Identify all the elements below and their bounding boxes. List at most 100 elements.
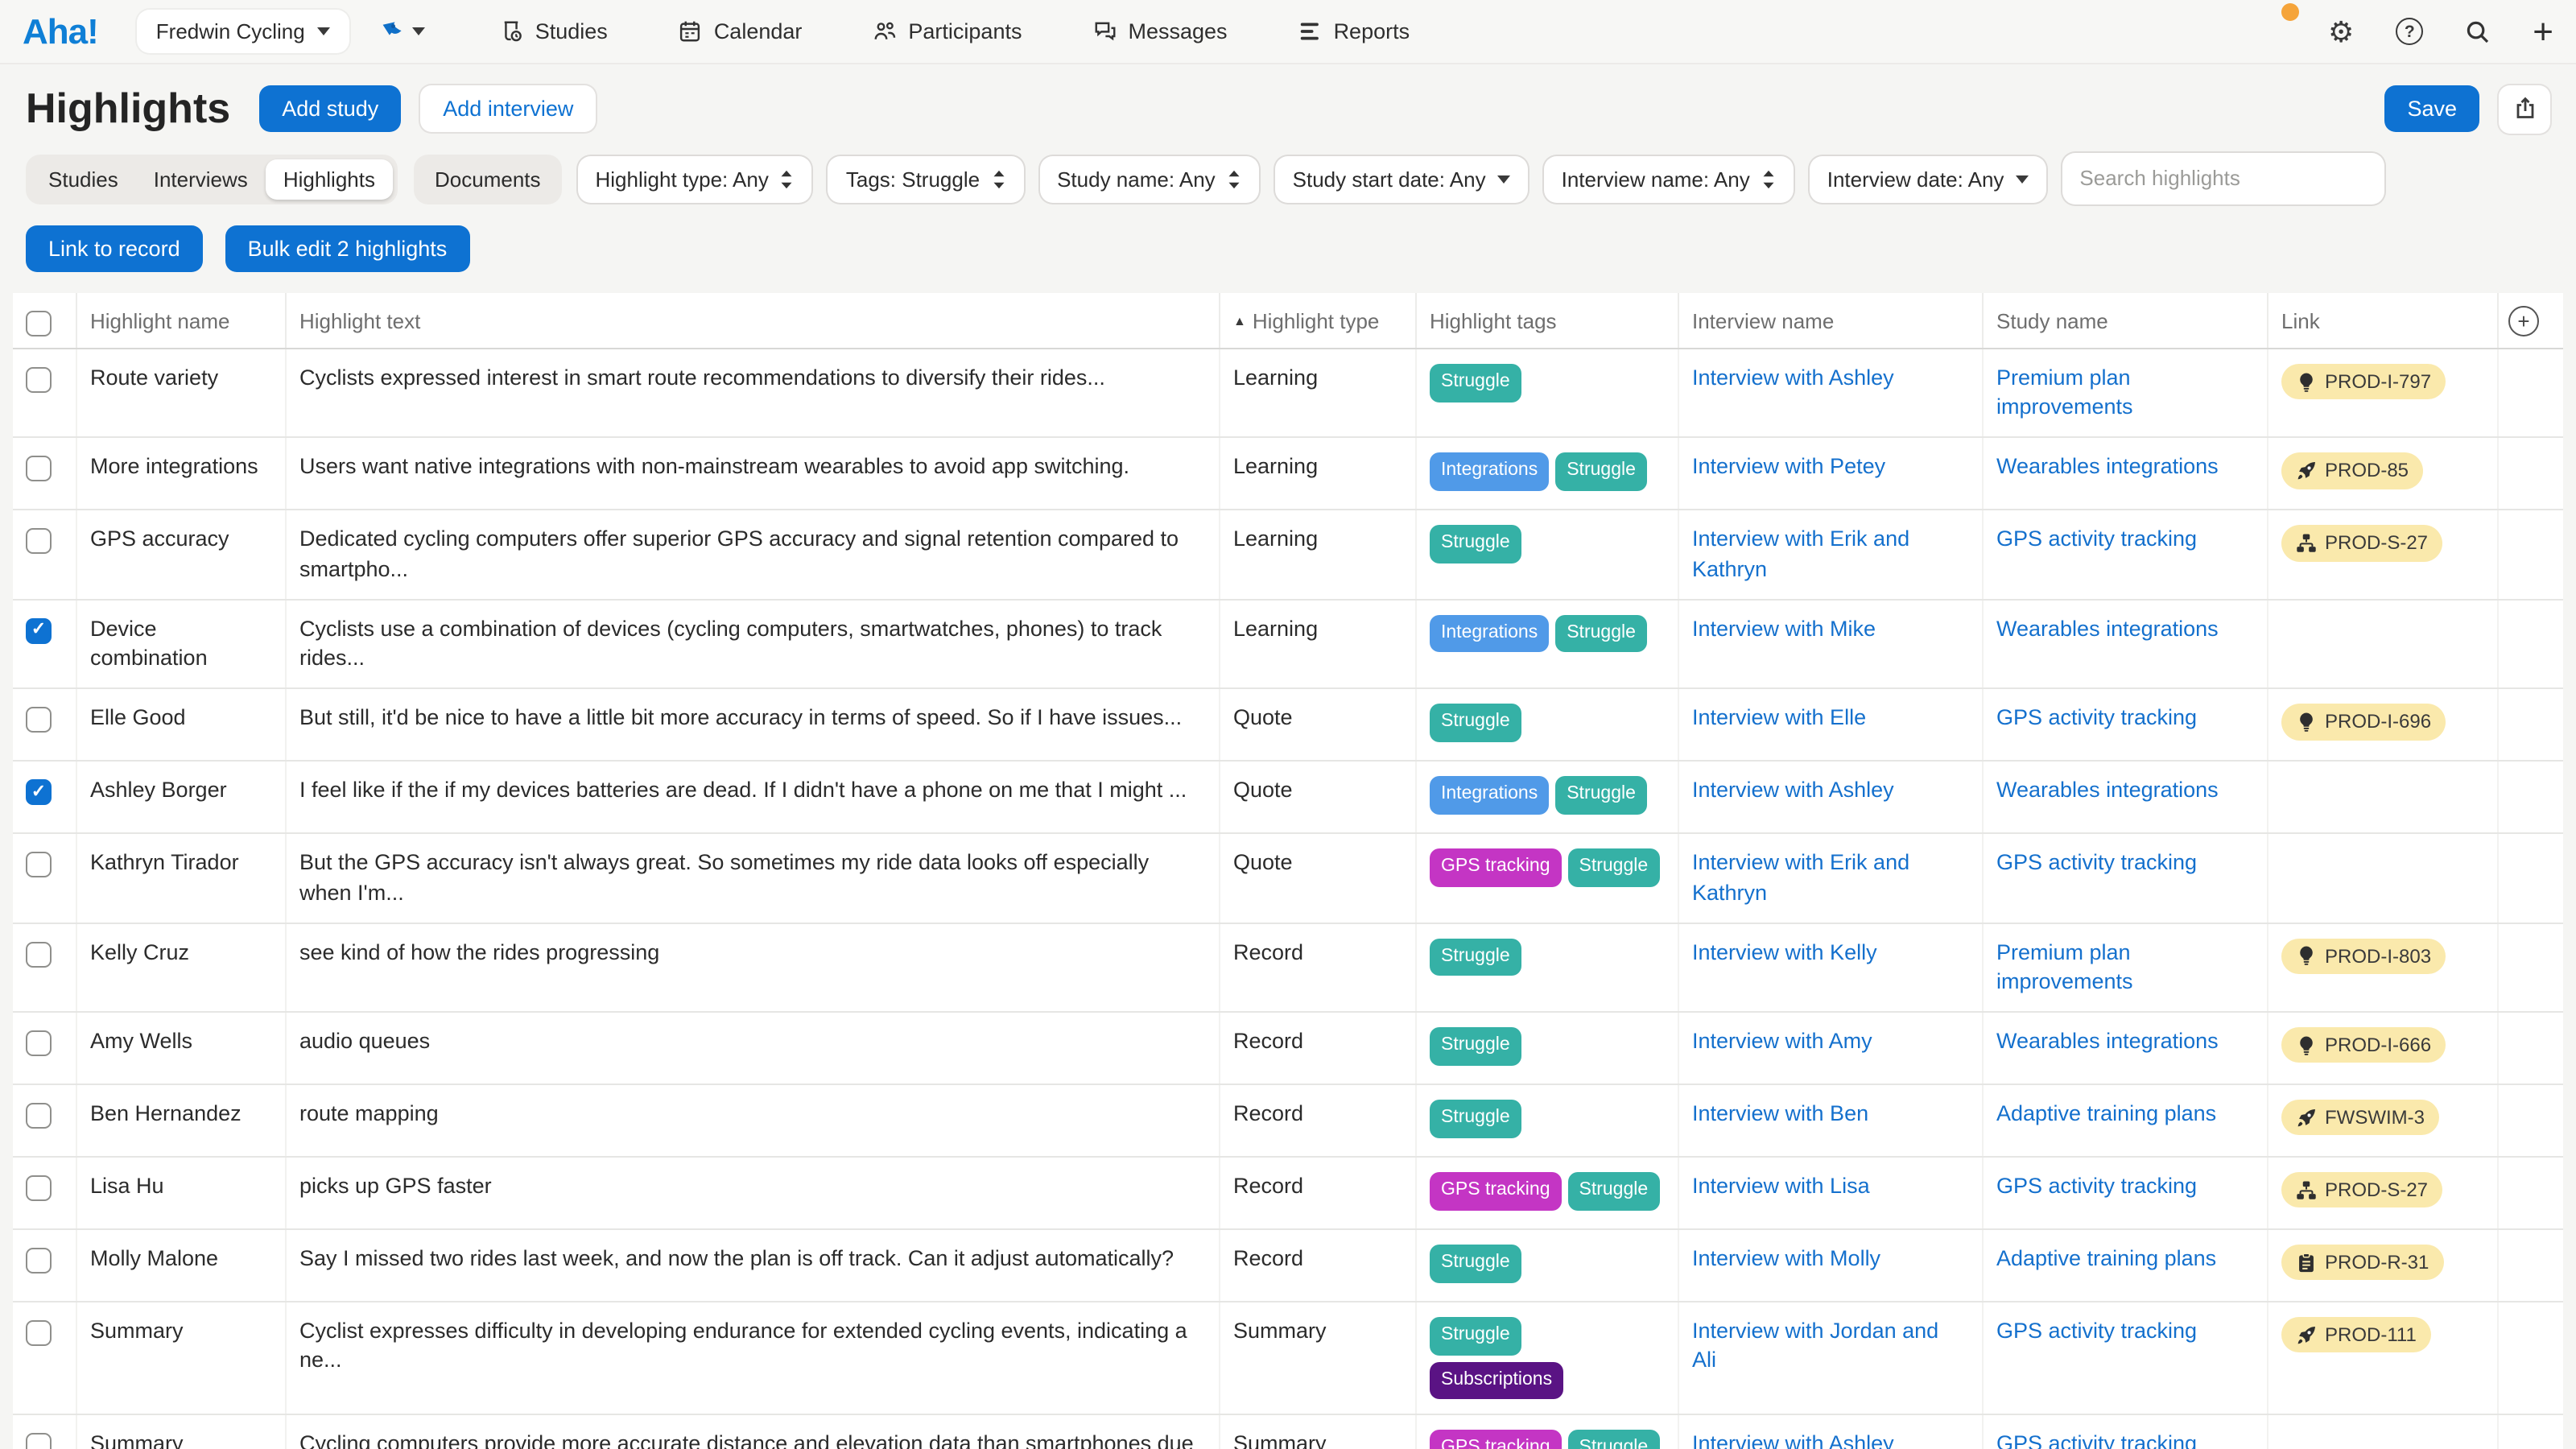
study-link[interactable]: GPS activity tracking xyxy=(1996,851,2197,875)
interview-link[interactable]: Interview with Kelly xyxy=(1692,940,1877,964)
column-header-highlight-type[interactable]: ▲Highlight type xyxy=(1220,293,1417,348)
row-checkbox[interactable]: ✓ xyxy=(26,780,52,806)
add-column-button[interactable]: + xyxy=(2508,305,2539,336)
study-link[interactable]: GPS activity tracking xyxy=(1996,1431,2197,1449)
nav-item-calendar[interactable]: Calendar xyxy=(679,19,803,43)
row-checkbox[interactable] xyxy=(26,1248,52,1274)
study-link[interactable]: GPS activity tracking xyxy=(1996,1319,2197,1343)
tag-pill[interactable]: Struggle xyxy=(1430,939,1521,976)
study-link[interactable]: Wearables integrations xyxy=(1996,455,2219,479)
interview-link[interactable]: Interview with Mike xyxy=(1692,617,1876,641)
row-checkbox[interactable] xyxy=(26,942,52,968)
help-icon[interactable]: ? xyxy=(2396,18,2423,45)
record-link-pill[interactable]: PROD-85 xyxy=(2281,453,2423,489)
row-checkbox[interactable]: ✓ xyxy=(26,618,52,644)
search-icon[interactable] xyxy=(2465,19,2491,44)
study-link[interactable]: Premium plan improvements xyxy=(1996,940,2133,993)
column-header-link[interactable]: Link xyxy=(2268,293,2499,348)
row-checkbox[interactable] xyxy=(26,1320,52,1346)
tag-pill[interactable]: Struggle xyxy=(1568,849,1660,887)
study-link[interactable]: Wearables integrations xyxy=(1996,778,2219,803)
filter-interview-date[interactable]: Interview date: Any xyxy=(1810,155,2046,202)
tag-pill[interactable]: Struggle xyxy=(1430,1027,1521,1065)
record-link-pill[interactable]: PROD-I-803 xyxy=(2281,939,2446,974)
row-checkbox[interactable] xyxy=(26,1433,52,1449)
tag-pill[interactable]: Struggle xyxy=(1430,1100,1521,1137)
interview-link[interactable]: Interview with Jordan and Ali xyxy=(1692,1319,1938,1372)
row-checkbox[interactable] xyxy=(26,456,52,482)
save-button[interactable]: Save xyxy=(2384,85,2479,132)
tag-pill[interactable]: Struggle xyxy=(1430,704,1521,742)
row-checkbox[interactable] xyxy=(26,708,52,733)
tag-pill[interactable]: GPS tracking xyxy=(1430,1172,1562,1210)
interview-link[interactable]: Interview with Elle xyxy=(1692,706,1866,730)
user-menu[interactable] xyxy=(2248,12,2286,51)
study-link[interactable]: GPS activity tracking xyxy=(1996,1174,2197,1198)
tag-pill[interactable]: GPS tracking xyxy=(1430,1430,1562,1449)
add-study-button[interactable]: Add study xyxy=(259,85,401,132)
tag-pill[interactable]: Integrations xyxy=(1430,777,1549,815)
interview-link[interactable]: Interview with Ashley xyxy=(1692,1431,1894,1449)
tag-pill[interactable]: Integrations xyxy=(1430,453,1549,491)
nav-item-participants[interactable]: Participants xyxy=(873,19,1022,43)
nav-item-reports[interactable]: Reports xyxy=(1298,19,1410,43)
workspace-selector[interactable]: Fredwin Cycling xyxy=(137,10,350,53)
study-link[interactable]: Adaptive training plans xyxy=(1996,1246,2216,1270)
study-link[interactable]: Wearables integrations xyxy=(1996,617,2219,641)
column-header-highlight-name[interactable]: Highlight name xyxy=(77,293,287,348)
tab-interviews[interactable]: Interviews xyxy=(136,159,266,199)
nav-item-studies[interactable]: Studies xyxy=(500,19,608,43)
tag-pill[interactable]: GPS tracking xyxy=(1430,849,1562,887)
record-link-pill[interactable]: PROD-I-696 xyxy=(2281,704,2446,740)
tag-pill[interactable]: Struggle xyxy=(1555,453,1647,491)
interview-link[interactable]: Interview with Ashley xyxy=(1692,778,1894,803)
row-checkbox[interactable] xyxy=(26,852,52,878)
row-checkbox[interactable] xyxy=(26,367,52,393)
row-checkbox[interactable] xyxy=(26,1030,52,1056)
tab-highlights[interactable]: Highlights xyxy=(266,159,393,199)
bulk-edit-button[interactable]: Bulk edit 2 highlights xyxy=(225,225,470,272)
interview-link[interactable]: Interview with Erik and Kathryn xyxy=(1692,851,1909,904)
record-link-pill[interactable]: PROD-S-27 xyxy=(2281,526,2442,561)
filter-interview-name[interactable]: Interview name: Any xyxy=(1544,155,1794,202)
record-link-pill[interactable]: PROD-S-27 xyxy=(2281,1172,2442,1208)
filter-highlight-type[interactable]: Highlight type: Any xyxy=(578,155,812,202)
search-highlights-input[interactable] xyxy=(2079,166,2366,190)
record-link-pill[interactable]: PROD-I-797 xyxy=(2281,364,2446,399)
share-button[interactable] xyxy=(2499,85,2550,133)
tag-pill[interactable]: Struggle xyxy=(1568,1172,1660,1210)
tag-pill[interactable]: Integrations xyxy=(1430,615,1549,653)
tag-pill[interactable]: Struggle xyxy=(1555,777,1647,815)
tag-pill[interactable]: Struggle xyxy=(1430,1317,1521,1355)
study-link[interactable]: GPS activity tracking xyxy=(1996,706,2197,730)
record-link-pill[interactable]: PROD-111 xyxy=(2281,1317,2431,1352)
column-header-highlight-tags[interactable]: Highlight tags xyxy=(1417,293,1679,348)
row-checkbox[interactable] xyxy=(26,1175,52,1201)
study-link[interactable]: Wearables integrations xyxy=(1996,1029,2219,1053)
study-link[interactable]: Premium plan improvements xyxy=(1996,365,2133,419)
link-to-record-button[interactable]: Link to record xyxy=(26,225,203,272)
tag-pill[interactable]: Struggle xyxy=(1430,364,1521,402)
column-header-study-name[interactable]: Study name xyxy=(1984,293,2268,348)
study-link[interactable]: Adaptive training plans xyxy=(1996,1101,2216,1125)
record-link-pill[interactable]: PROD-R-31 xyxy=(2281,1245,2443,1280)
tag-pill[interactable]: Subscriptions xyxy=(1430,1361,1563,1399)
aha-logo[interactable]: Aha! xyxy=(23,10,98,52)
tag-pill[interactable]: Struggle xyxy=(1430,526,1521,564)
add-plus-icon[interactable]: + xyxy=(2533,14,2553,49)
filter-study-start-date[interactable]: Study start date: Any xyxy=(1275,155,1528,202)
tag-pill[interactable]: Struggle xyxy=(1568,1430,1660,1449)
nav-item-messages[interactable]: Messages xyxy=(1093,19,1228,43)
tab-studies[interactable]: Studies xyxy=(31,159,136,199)
row-checkbox[interactable] xyxy=(26,529,52,555)
row-checkbox[interactable] xyxy=(26,1103,52,1129)
interview-link[interactable]: Interview with Erik and Kathryn xyxy=(1692,527,1909,580)
interview-link[interactable]: Interview with Ben xyxy=(1692,1101,1868,1125)
record-link-pill[interactable]: FWSWIM-3 xyxy=(2281,1100,2439,1135)
tag-pill[interactable]: Struggle xyxy=(1430,1245,1521,1282)
column-header-interview-name[interactable]: Interview name xyxy=(1679,293,1984,348)
record-link-pill[interactable]: PROD-I-666 xyxy=(2281,1027,2446,1063)
interview-link[interactable]: Interview with Ashley xyxy=(1692,365,1894,390)
filter-tags[interactable]: Tags: Struggle xyxy=(828,155,1023,202)
interview-link[interactable]: Interview with Amy xyxy=(1692,1029,1872,1053)
